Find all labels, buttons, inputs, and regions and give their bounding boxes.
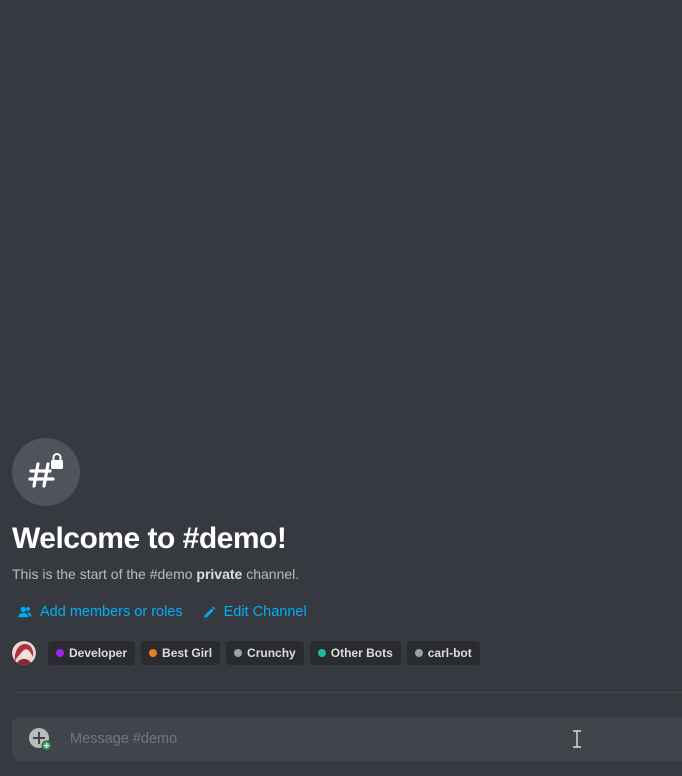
chat-view: Welcome to #demo! This is the start of t… [0, 0, 682, 776]
member-avatar[interactable] [12, 641, 36, 665]
role-list: Developer Best Girl Crunchy Other Bots c… [12, 641, 682, 665]
role-color-dot [234, 649, 243, 657]
text-cursor-icon [573, 730, 581, 748]
role-pill-best-girl[interactable]: Best Girl [141, 641, 221, 665]
add-members-button[interactable]: Add members or roles [18, 604, 183, 620]
edit-channel-button[interactable]: Edit Channel [203, 604, 307, 620]
pencil-icon [203, 606, 216, 618]
add-attachment-button[interactable] [28, 727, 52, 751]
welcome-subtitle: This is the start of the #demo private c… [12, 564, 682, 584]
welcome-actions: Add members or roles Edit Channel [12, 604, 682, 620]
role-name: carl-bot [427, 646, 472, 660]
channel-welcome: Welcome to #demo! This is the start of t… [12, 438, 682, 665]
role-pill-developer[interactable]: Developer [48, 641, 136, 665]
avatar-image [12, 641, 36, 665]
message-input[interactable] [68, 730, 552, 748]
message-divider [12, 692, 682, 693]
role-pill-carl-bot[interactable]: carl-bot [406, 641, 480, 665]
add-attachment-icon [29, 728, 52, 751]
role-name: Crunchy [247, 646, 296, 660]
welcome-subtitle-bold: private [196, 566, 243, 582]
edit-channel-label: Edit Channel [223, 604, 307, 620]
role-name: Other Bots [330, 646, 393, 660]
add-members-icon [18, 606, 32, 618]
welcome-subtitle-prefix: This is the start of the #demo [12, 566, 197, 582]
role-color-dot [56, 649, 64, 657]
role-color-dot [414, 649, 423, 657]
channel-icon-circle [12, 438, 80, 506]
role-pill-other-bots[interactable]: Other Bots [309, 641, 401, 665]
role-color-dot [317, 649, 326, 657]
role-color-dot [149, 649, 158, 657]
add-members-label: Add members or roles [40, 604, 183, 620]
role-name: Best Girl [162, 646, 213, 660]
role-name: Developer [69, 646, 128, 660]
hashtag-lock-icon [28, 453, 63, 488]
welcome-subtitle-suffix: channel. [242, 566, 300, 582]
welcome-title: Welcome to #demo! [12, 522, 287, 555]
role-pill-crunchy[interactable]: Crunchy [226, 641, 304, 665]
